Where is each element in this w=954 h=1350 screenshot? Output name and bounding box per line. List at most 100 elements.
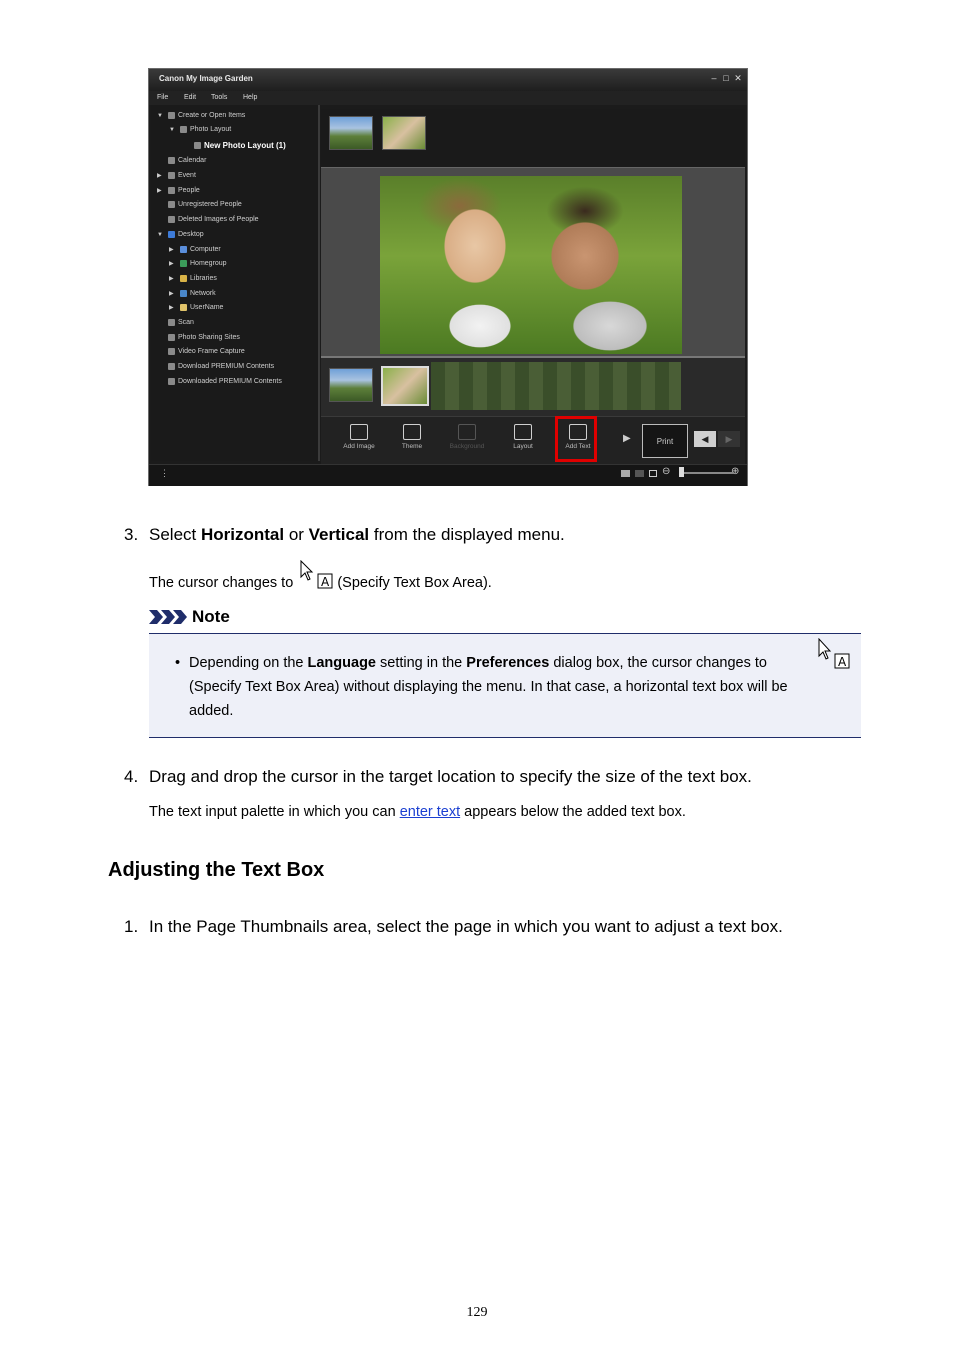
page-thumbnail-2[interactable] bbox=[381, 366, 429, 406]
page-nav: ◀ ▶ bbox=[694, 431, 742, 447]
text-box-cursor-icon: A bbox=[297, 560, 333, 592]
note-chevron-icon bbox=[149, 608, 189, 626]
add-text-highlight bbox=[555, 416, 597, 462]
person-icon bbox=[168, 187, 175, 194]
zoom-slider[interactable] bbox=[679, 472, 734, 474]
forward-arrow-icon[interactable]: ▶ bbox=[718, 431, 740, 447]
tree-item-download-premium[interactable]: Download PREMIUM Contents bbox=[157, 363, 274, 370]
tree-item-desktop[interactable]: ▼ Desktop bbox=[157, 231, 204, 238]
folder-icon bbox=[168, 378, 175, 385]
zoom-slider-handle[interactable] bbox=[679, 467, 684, 477]
tree-item-deleted-images[interactable]: Deleted Images of People bbox=[157, 216, 259, 223]
note-heading: Note bbox=[192, 607, 230, 626]
event-icon bbox=[168, 172, 175, 179]
tree-item-computer[interactable]: ▶ Computer bbox=[169, 246, 221, 253]
edit-area bbox=[321, 167, 745, 356]
tree-item-scan[interactable]: Scan bbox=[157, 319, 194, 326]
add-image-button[interactable]: Add Image bbox=[333, 417, 385, 450]
libraries-icon bbox=[180, 275, 187, 282]
svg-text:A: A bbox=[838, 655, 847, 669]
close-icon[interactable]: ✕ bbox=[733, 73, 743, 84]
menu-tools[interactable]: Tools bbox=[211, 94, 227, 101]
note-line-3: added. bbox=[189, 703, 234, 719]
scan-icon bbox=[168, 319, 175, 326]
create-icon bbox=[168, 112, 175, 119]
tree-item-homegroup[interactable]: ▶ Homegroup bbox=[169, 260, 227, 267]
tree-item-network[interactable]: ▶ Network bbox=[169, 290, 216, 297]
step-4-number: 4. bbox=[124, 767, 139, 786]
note-line-2: (Specify Text Box Area) without displayi… bbox=[189, 679, 788, 695]
image-thumbnail-family[interactable] bbox=[382, 116, 426, 150]
desktop-icon bbox=[168, 231, 175, 238]
menu-help[interactable]: Help bbox=[243, 94, 257, 101]
expand-arrow-icon[interactable]: ▶ bbox=[623, 433, 631, 444]
computer-icon bbox=[180, 246, 187, 253]
tree-item-photo-layout[interactable]: ▼ Photo Layout bbox=[169, 126, 231, 133]
status-bar: ⋮ ⊖ ⊕ bbox=[149, 464, 747, 486]
menu-edit[interactable]: Edit bbox=[184, 94, 196, 101]
tree-item-event[interactable]: ▶ Event bbox=[157, 172, 196, 179]
background-icon bbox=[458, 424, 476, 440]
note-line-1: Depending on the Language setting in the… bbox=[189, 655, 767, 671]
tree-item-photo-sharing[interactable]: Photo Sharing Sites bbox=[157, 334, 240, 341]
video-icon bbox=[168, 348, 175, 355]
section-heading: Adjusting the Text Box bbox=[108, 859, 325, 881]
fit-icon[interactable] bbox=[649, 470, 657, 477]
layout-icon bbox=[194, 142, 201, 149]
tree-item-username[interactable]: ▶ UserName bbox=[169, 304, 223, 311]
step-3-text: Select Horizontal or Vertical from the d… bbox=[149, 525, 565, 544]
theme-icon bbox=[403, 424, 421, 440]
tree-item-new-photo-layout[interactable]: New Photo Layout (1) bbox=[183, 141, 286, 150]
app-titlebar: Canon My Image Garden – □ ✕ bbox=[149, 69, 747, 91]
app-menubar: File Edit Tools Help bbox=[149, 91, 747, 105]
calendar-icon bbox=[168, 157, 175, 164]
tree-item-unregistered-people[interactable]: Unregistered People bbox=[157, 201, 242, 208]
app-title: Canon My Image Garden bbox=[159, 74, 253, 83]
theme-button[interactable]: Theme bbox=[386, 417, 438, 450]
download-icon bbox=[168, 363, 175, 370]
tree-item-create-open[interactable]: ▼ Create or Open Items bbox=[157, 112, 245, 119]
app-screenshot: Canon My Image Garden – □ ✕ File Edit To… bbox=[148, 68, 748, 486]
homegroup-icon bbox=[180, 260, 187, 267]
view-mode-alt-icon[interactable] bbox=[635, 470, 644, 477]
network-icon bbox=[180, 290, 187, 297]
back-arrow-icon[interactable]: ◀ bbox=[694, 431, 716, 447]
page-thumbnails-area bbox=[321, 356, 745, 416]
step-4-text: Drag and drop the cursor in the target l… bbox=[149, 767, 752, 786]
layout-button[interactable]: Layout bbox=[497, 417, 549, 450]
page-thumbnail-strip-background bbox=[431, 362, 681, 410]
enter-text-link[interactable]: enter text bbox=[400, 804, 460, 820]
layout-icon bbox=[180, 126, 187, 133]
tree-item-calendar[interactable]: Calendar bbox=[157, 157, 206, 164]
material-images-area bbox=[321, 109, 745, 167]
step-3-number: 3. bbox=[124, 525, 139, 544]
person-icon bbox=[168, 201, 175, 208]
user-folder-icon bbox=[180, 304, 187, 311]
zoom-out-icon[interactable]: ⊖ bbox=[662, 466, 670, 477]
tree-item-libraries[interactable]: ▶ Libraries bbox=[169, 275, 217, 282]
page-thumbnail-1[interactable] bbox=[329, 368, 373, 402]
page-number: 129 bbox=[466, 1305, 488, 1320]
tree-item-downloaded-premium[interactable]: Downloaded PREMIUM Contents bbox=[157, 378, 282, 385]
info-icon[interactable]: ⋮ bbox=[160, 468, 169, 479]
image-thumbnail-landscape[interactable] bbox=[329, 116, 373, 150]
tree-item-people[interactable]: ▶ People bbox=[157, 187, 200, 194]
view-mode-icon[interactable] bbox=[621, 470, 630, 477]
layout-icon bbox=[514, 424, 532, 440]
svg-text:A: A bbox=[321, 575, 330, 589]
note-bullet: • bbox=[175, 655, 181, 671]
menu-file[interactable]: File bbox=[157, 94, 168, 101]
person-icon bbox=[168, 216, 175, 223]
sharing-icon bbox=[168, 334, 175, 341]
tree-item-video-frame[interactable]: Video Frame Capture bbox=[157, 348, 245, 355]
step-1-text: In the Page Thumbnails area, select the … bbox=[149, 917, 783, 936]
background-button[interactable]: Background bbox=[441, 417, 493, 450]
add-image-icon bbox=[350, 424, 368, 440]
text-box-cursor-icon: A bbox=[816, 637, 852, 670]
print-button[interactable]: Print bbox=[642, 424, 688, 458]
layout-photo[interactable] bbox=[380, 176, 682, 354]
maximize-icon[interactable]: □ bbox=[721, 73, 731, 83]
global-menu-tree: ▼ Create or Open Items ▼ Photo Layout New … bbox=[151, 105, 320, 461]
minimize-icon[interactable]: – bbox=[709, 73, 719, 83]
step-1-number: 1. bbox=[124, 917, 139, 936]
